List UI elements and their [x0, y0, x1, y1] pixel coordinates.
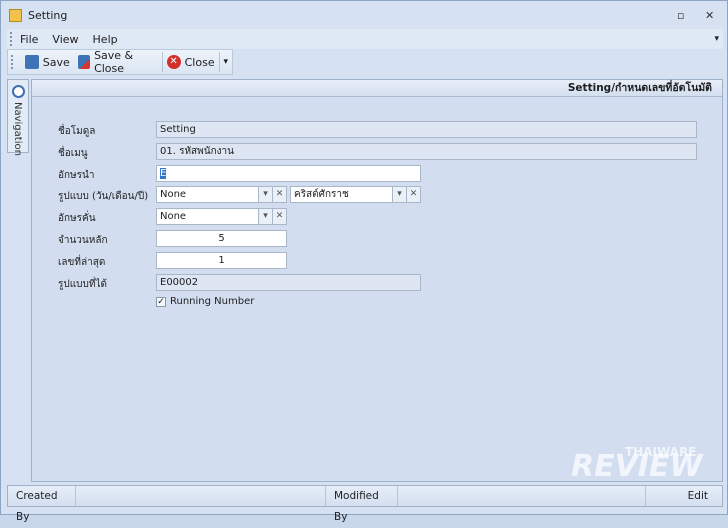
thaiware-review-watermark: REVIEW THAIWARE: [571, 445, 703, 484]
setting-app-icon: [9, 8, 22, 22]
save-button[interactable]: Save: [21, 51, 74, 73]
setting-window: Setting ▫ ✕ File View Help ▾ Save Save &…: [0, 0, 728, 523]
close-label: Close: [184, 55, 215, 69]
floppy-close-icon: [77, 55, 91, 69]
floppy-icon: [24, 55, 39, 69]
separator-label: อักษรคั่น: [58, 213, 96, 224]
menu-view[interactable]: View: [52, 33, 78, 46]
toolbar: Save Save & Close ✕ Close ▾: [7, 49, 233, 75]
navigation-tab[interactable]: Navigation: [7, 79, 29, 156]
prefix-value: E: [160, 168, 167, 179]
running-number-checkbox[interactable]: ✓ Running Number: [156, 296, 254, 307]
menu-file[interactable]: File: [20, 33, 38, 46]
last-number-label: เลขที่ล่าสุด: [58, 257, 106, 268]
running-number-label: Running Number: [170, 296, 255, 307]
result-format-field: E00002: [156, 274, 421, 291]
menu-name-field: 01. รหัสพนักงาน: [156, 143, 697, 160]
clear-icon[interactable]: ✕: [273, 208, 287, 225]
chevron-down-icon[interactable]: ▾: [393, 186, 407, 203]
toolbar-dropdown-button[interactable]: ▾: [219, 51, 232, 73]
era-value: คริสต์ศักราช: [290, 186, 393, 203]
menu-name-label: ชื่อเมนู: [58, 148, 88, 159]
status-spacer: [398, 486, 646, 506]
title-bar: Setting ▫ ✕: [1, 1, 727, 29]
modified-by-status: Modified By: [326, 486, 398, 523]
status-spacer: [76, 486, 326, 506]
main-panel: Setting/กำหนดเลขที่อัตโนมัติ ชื่อโมดูล S…: [31, 79, 723, 482]
grip-handle[interactable]: [11, 55, 15, 69]
restore-button[interactable]: ▫: [677, 9, 684, 22]
era-select[interactable]: คริสต์ศักราช ▾ ✕: [290, 186, 421, 203]
prefix-label: อักษรนำ: [58, 170, 95, 181]
date-format-value: None: [156, 186, 259, 203]
module-field: Setting: [156, 121, 697, 138]
created-by-status: Created By: [8, 486, 76, 523]
digits-label: จำนวนหลัก: [58, 235, 108, 246]
save-close-button[interactable]: Save & Close: [74, 49, 162, 75]
close-window-button[interactable]: ✕: [705, 9, 714, 22]
result-format-label: รูปแบบที่ได้: [58, 279, 107, 290]
save-label: Save: [42, 55, 70, 69]
grip-handle[interactable]: [10, 32, 14, 46]
menu-options-icon[interactable]: ▾: [714, 34, 719, 44]
checkmark-icon: ✓: [156, 296, 166, 307]
digits-input[interactable]: 5: [156, 230, 287, 247]
menu-help[interactable]: Help: [93, 33, 118, 46]
date-format-label: รูปแบบ (วัน/เดือน/ปี): [58, 191, 149, 202]
prefix-input[interactable]: E: [156, 165, 421, 182]
panel-header: Setting/กำหนดเลขที่อัตโนมัติ: [32, 80, 722, 97]
separator-value: None: [156, 208, 259, 225]
chevron-down-icon[interactable]: ▾: [259, 208, 273, 225]
window-title: Setting: [28, 8, 68, 22]
compass-icon: [12, 85, 25, 98]
mode-status: Edit: [687, 490, 708, 502]
chevron-down-icon[interactable]: ▾: [259, 186, 273, 203]
save-close-label: Save & Close: [94, 49, 134, 75]
close-icon: ✕: [166, 55, 181, 69]
menu-bar: File View Help ▾: [7, 29, 723, 49]
separator-select[interactable]: None ▾ ✕: [156, 208, 287, 225]
close-button[interactable]: ✕ Close: [163, 51, 219, 73]
navigation-label: Navigation: [12, 102, 23, 156]
date-format-select[interactable]: None ▾ ✕: [156, 186, 287, 203]
status-bar: Created By Modified By Edit: [7, 485, 723, 523]
clear-icon[interactable]: ✕: [407, 186, 421, 203]
module-label: ชื่อโมดูล: [58, 126, 96, 137]
clear-icon[interactable]: ✕: [273, 186, 287, 203]
last-number-input[interactable]: 1: [156, 252, 287, 269]
